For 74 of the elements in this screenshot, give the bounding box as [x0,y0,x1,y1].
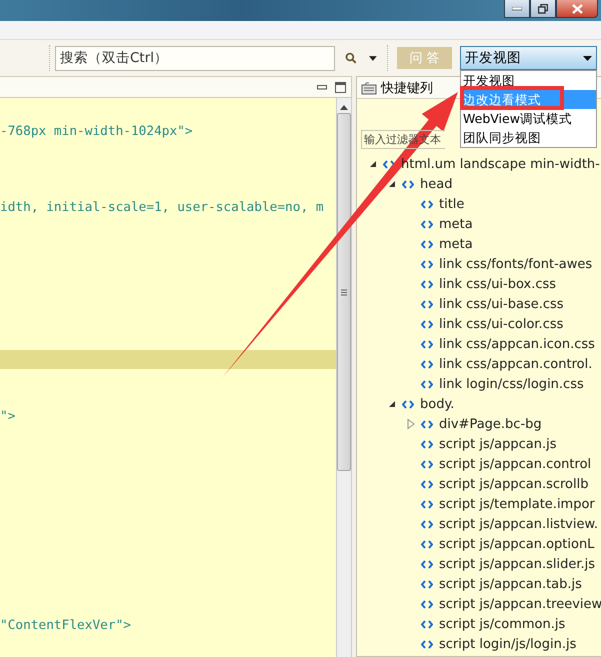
element-icon [402,400,414,408]
element-icon [421,620,433,628]
element-icon [421,220,433,228]
tree-item[interactable]: script login/js/login.js [439,636,576,652]
tree-item[interactable]: script js/appcan.control [439,456,592,472]
element-icon [421,420,433,428]
element-icon [383,160,395,168]
code-line: "ContentFlexVer"> [0,618,131,633]
tree-item[interactable]: link css/ui-box.css [439,276,556,292]
tree-item[interactable]: meta [439,216,473,232]
panel-title[interactable]: 快捷键列 [381,78,433,96]
element-icon [421,380,433,388]
tree-item[interactable]: html.um landscape min-width- [401,156,600,172]
element-icon [421,600,433,608]
tree-item[interactable]: script js/appcan.tab.js [439,576,582,592]
tree-item[interactable]: head [420,176,452,192]
scrollbar[interactable] [336,98,351,657]
element-icon [421,560,433,568]
element-icon [421,520,433,528]
restore-button[interactable] [530,0,556,18]
tree-item[interactable]: link login/css/login.css [439,376,584,392]
tree-item[interactable]: script js/common.js [439,616,566,632]
search-field[interactable]: 搜索（双击Ctrl） [55,46,335,70]
element-icon [421,340,433,348]
tree-item[interactable]: script js/appcan.scrollb [439,476,588,492]
tree-item[interactable]: link css/appcan.icon.css [439,336,595,352]
tree-item[interactable]: div#Page.bc-bg [439,416,542,432]
element-icon [421,300,433,308]
caret-icon [583,56,592,60]
tree-item[interactable]: script js/appcan.js [439,436,556,452]
restore-icon [538,4,548,14]
scroll-thumb[interactable] [337,113,351,471]
maximize-icon[interactable] [335,82,346,92]
code-line: "> [0,409,16,424]
tree-item[interactable]: script js/template.impor [439,496,595,512]
grip-icon [341,288,347,296]
minimize-icon [512,6,522,10]
element-icon [421,320,433,328]
tree-item[interactable]: script js/appcan.listview. [439,516,598,532]
element-icon [421,240,433,248]
element-icon [402,180,414,188]
minimize-button[interactable] [504,0,530,18]
element-icon [421,440,433,448]
close-button[interactable] [556,0,598,18]
tree-item[interactable]: link css/appcan.control. [439,356,592,372]
tree-item[interactable]: meta [439,236,473,252]
element-icon [421,640,433,648]
tree-item[interactable]: link css/ui-base.css [439,296,564,312]
scroll-up-icon[interactable] [340,105,348,110]
code-line: -768px min-width-1024px"> [0,124,193,139]
element-icon [421,280,433,288]
code-editor[interactable]: -768px min-width-1024px"> idth, initial-scale=1, user-scalable=no, m "> "ContentFlexVer"> [0,98,336,657]
element-icon [421,200,433,208]
element-icon [421,260,433,268]
element-icon [421,460,433,468]
view-select[interactable]: 开发视图 [460,46,597,70]
search-icon[interactable] [344,52,356,64]
tree-item[interactable]: script js/appcan.optionL [439,536,594,552]
element-icon [421,480,433,488]
tree-item[interactable]: title [439,196,464,212]
element-icon [421,540,433,548]
element-icon [421,500,433,508]
caret-icon[interactable] [369,56,378,60]
element-icon [421,360,433,368]
code-line: idth, initial-scale=1, user-scalable=no, m [0,200,324,215]
tree-item[interactable]: link css/fonts/font-awes [439,256,592,272]
tree-item[interactable]: script js/appcan.slider.js [439,556,595,572]
minimize-icon[interactable] [317,84,327,90]
keyboard-icon [361,80,377,94]
tree-item[interactable]: link css/ui-color.css [439,316,564,332]
expand-icon[interactable] [405,418,417,430]
tree-item[interactable]: body. [420,396,454,412]
close-icon [572,4,582,14]
element-icon [421,580,433,588]
